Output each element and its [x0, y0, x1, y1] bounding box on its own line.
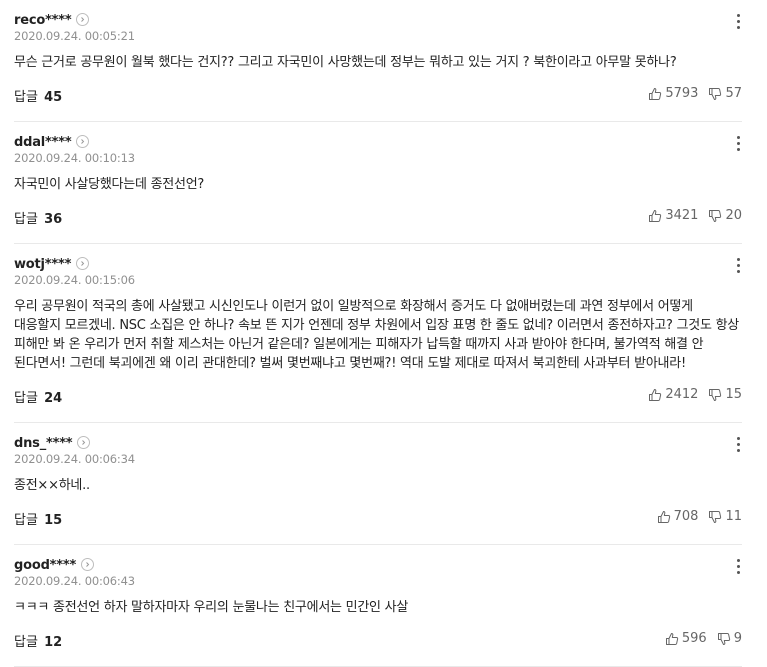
comment-footer: 답글 45 5793 57 [14, 86, 742, 106]
reply-button[interactable]: 답글 15 [14, 509, 62, 528]
comment-text: 무슨 근거로 공무원이 월북 했다는 건지?? 그리고 자국민이 사망했는데 정… [14, 55, 677, 70]
more-options-icon[interactable] [734, 258, 742, 274]
vote-group: 5793 57 [648, 86, 742, 101]
chevron-right-icon[interactable] [76, 135, 90, 148]
like-count: 5793 [665, 86, 699, 101]
comment-header: ddal**** [14, 122, 742, 150]
comment-header: wotj**** [14, 244, 742, 272]
comment-username[interactable]: good**** [14, 558, 76, 573]
like-button[interactable]: 3421 [648, 208, 698, 223]
more-options-icon[interactable] [734, 559, 742, 575]
dislike-count: 57 [725, 86, 742, 101]
comment-header: reco**** [14, 0, 742, 28]
comment-username[interactable]: dns_**** [14, 436, 73, 451]
comment-username[interactable]: wotj**** [14, 257, 71, 272]
vote-group: 708 11 [657, 509, 742, 524]
dislike-count: 20 [725, 208, 742, 223]
more-options-icon[interactable] [734, 14, 742, 30]
dislike-button[interactable]: 15 [708, 387, 742, 402]
thumbs-down-icon [709, 510, 722, 523]
more-options-icon[interactable] [734, 136, 742, 152]
dislike-count: 15 [725, 387, 742, 402]
comment-item: wotj**** 2020.09.24. 00:15:06 우리 공무원이 적국… [14, 244, 742, 423]
comment-list: reco**** 2020.09.24. 00:05:21 무슨 근거로 공무원… [0, 0, 767, 667]
chevron-right-icon[interactable] [77, 436, 91, 449]
comment-username[interactable]: reco**** [14, 13, 72, 28]
reply-button[interactable]: 답글 45 [14, 86, 62, 105]
reply-count: 36 [44, 212, 63, 227]
dislike-count: 11 [725, 509, 742, 524]
comment-footer: 답글 36 3421 20 [14, 208, 742, 228]
more-options-icon[interactable] [734, 437, 742, 453]
chevron-right-icon[interactable] [81, 558, 95, 571]
reply-label: 답글 [14, 212, 38, 227]
thumbs-down-icon [717, 632, 730, 645]
reply-count: 24 [44, 391, 63, 406]
like-count: 708 [673, 509, 699, 524]
thumbs-up-icon [665, 632, 679, 645]
dislike-button[interactable]: 9 [717, 631, 742, 646]
like-count: 2412 [665, 387, 699, 402]
thumbs-up-icon [649, 388, 662, 401]
comment-item: dns_**** 2020.09.24. 00:06:34 종전××하네.. 답… [14, 423, 742, 545]
comment-date: 2020.09.24. 00:15:06 [14, 273, 135, 287]
thumbs-down-icon [709, 388, 722, 401]
thumbs-up-icon [649, 209, 662, 222]
reply-count: 45 [44, 90, 63, 105]
thumbs-down-icon [709, 87, 722, 100]
chevron-right-icon[interactable] [76, 257, 90, 270]
comment-item: ddal**** 2020.09.24. 00:10:13 자국민이 사살당했다… [14, 122, 742, 244]
reply-button[interactable]: 답글 12 [14, 631, 62, 650]
comment-item: reco**** 2020.09.24. 00:05:21 무슨 근거로 공무원… [14, 0, 742, 122]
like-button[interactable]: 596 [665, 631, 707, 646]
reply-label: 답글 [14, 391, 38, 406]
comment-date: 2020.09.24. 00:10:13 [14, 151, 135, 165]
dislike-count: 9 [733, 631, 742, 646]
chevron-right-icon[interactable] [76, 13, 90, 26]
comment-text: 자국민이 사살당했다는데 종전선언? [14, 177, 205, 192]
comment-date: 2020.09.24. 00:05:21 [14, 29, 135, 43]
reply-button[interactable]: 답글 36 [14, 208, 62, 227]
dislike-button[interactable]: 11 [708, 509, 742, 524]
thumbs-down-icon [709, 209, 722, 222]
like-button[interactable]: 5793 [648, 86, 698, 101]
like-count: 596 [681, 631, 707, 646]
vote-group: 3421 20 [648, 208, 742, 223]
comment-header: dns_**** [14, 423, 742, 451]
vote-group: 2412 15 [648, 387, 742, 402]
vote-group: 596 9 [665, 631, 742, 646]
reply-count: 15 [44, 513, 63, 528]
reply-label: 답글 [14, 635, 38, 650]
like-button[interactable]: 2412 [648, 387, 698, 402]
reply-label: 답글 [14, 513, 38, 528]
thumbs-up-icon [649, 87, 662, 100]
comment-footer: 답글 24 2412 15 [14, 387, 742, 407]
thumbs-up-icon [657, 510, 670, 523]
comment-username[interactable]: ddal**** [14, 135, 72, 150]
comment-text: 우리 공무원이 적국의 총에 사살됐고 시신인도나 이런거 없이 일방적으로 화… [14, 299, 739, 371]
dislike-button[interactable]: 20 [708, 208, 742, 223]
comment-footer: 답글 15 708 11 [14, 509, 742, 529]
like-count: 3421 [665, 208, 699, 223]
reply-label: 답글 [14, 90, 38, 105]
comment-footer: 답글 12 596 9 [14, 631, 742, 651]
comment-text: 종전××하네.. [14, 478, 90, 493]
reply-button[interactable]: 답글 24 [14, 387, 62, 406]
comment-date: 2020.09.24. 00:06:43 [14, 574, 135, 588]
dislike-button[interactable]: 57 [708, 86, 742, 101]
comment-date: 2020.09.24. 00:06:34 [14, 452, 135, 466]
comment-text: ㅋㅋㅋ 종전선언 하자 말하자마자 우리의 눈물나는 친구에서는 민간인 사살 [14, 600, 409, 615]
comment-item: good**** 2020.09.24. 00:06:43 ㅋㅋㅋ 종전선언 하… [14, 545, 742, 667]
comment-header: good**** [14, 545, 742, 573]
like-button[interactable]: 708 [657, 509, 699, 524]
reply-count: 12 [44, 635, 63, 650]
